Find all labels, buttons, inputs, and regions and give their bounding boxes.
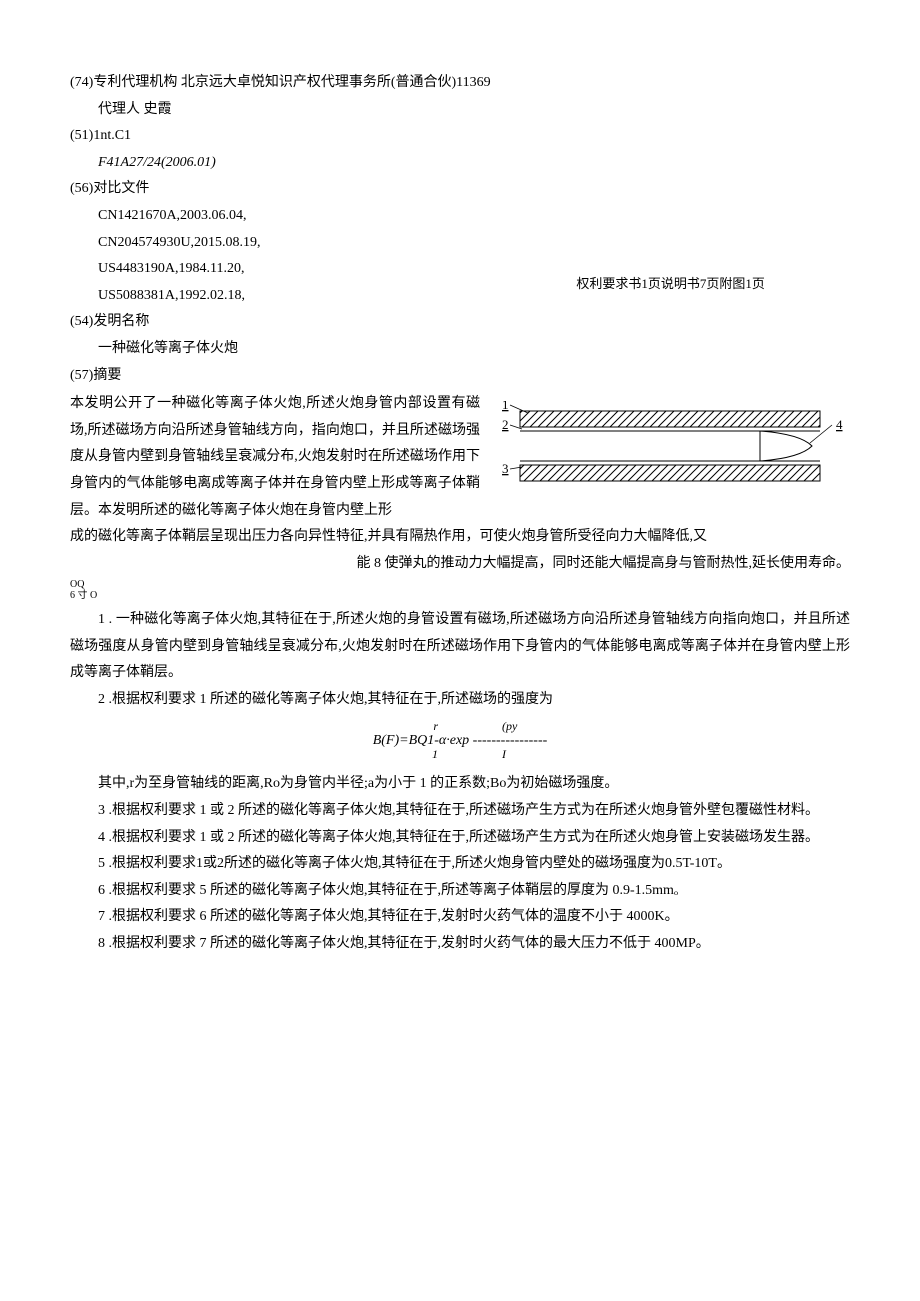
formula-mid: B(F)=BQ1-α·exp ---------------- [373, 733, 548, 748]
claim-1: 1 . 一种磁化等离子体火炮,其特征在于,所述火炮的身管设置有磁场,所述磁场方向… [70, 607, 850, 687]
claim-8: 8 .根据权利要求 7 所述的磁化等离子体火炮,其特征在于,发射时火药气体的最大… [70, 931, 850, 958]
fig-label-1: 1 [502, 401, 509, 412]
claim-4: 4 .根据权利要求 1 或 2 所述的磁化等离子体火炮,其特征在于,所述磁场产生… [70, 825, 850, 852]
side-note: OQ 6 寸 O [70, 579, 850, 601]
abstract-p3: 能 8 使弹丸的推动力大幅提高，同时还能大幅提高身与管耐热性,延长使用寿命。 [70, 551, 850, 578]
formula-top-left: r [358, 720, 438, 733]
claim-5: 5 .根据权利要求1或2所述的磁化等离子体火炮,其特征在于,所述火炮身管内壁处的… [70, 851, 850, 878]
abstract-block: 本发明公开了一种磁化等离子体火炮,所述火炮身管内部设置有磁场,所述磁场方向沿所述… [70, 391, 850, 524]
title-value: 一种磁化等离子体火炮 [70, 336, 850, 363]
cited-1: CN204574930U,2015.08.19, [70, 230, 476, 257]
agency-line: (74)专利代理机构 北京远大卓悦知识产权代理事务所(普通合伙)11369 [70, 70, 850, 97]
abstract-p2: 成的磁化等离子体鞘层呈现出压力各向异性特征,并具有隔热作用，可使火炮身管所受径向… [70, 524, 850, 551]
agent-label: 代理人 [98, 102, 140, 117]
formula-bot-right: I [502, 748, 562, 761]
claim-3: 3 .根据权利要求 1 或 2 所述的磁化等离子体火炮,其特征在于,所述磁场产生… [70, 798, 850, 825]
claim-6: 6 .根据权利要求 5 所述的磁化等离子体火炮,其特征在于,所述等离子体鞘层的厚… [70, 878, 850, 905]
biblio-block: (74)专利代理机构 北京远大卓悦知识产权代理事务所(普通合伙)11369 代理… [70, 70, 850, 389]
side-note-l2: 6 寸 O [70, 590, 850, 601]
fig-label-3: 3 [502, 461, 509, 476]
patent-figure: 1 2 3 4 [500, 391, 850, 524]
agent-line: 代理人 史霞 [70, 97, 850, 124]
intcl-label: (51)1nt.C1 [70, 123, 850, 150]
page-counts: 权利要求书1页说明书7页附图1页 [491, 272, 850, 297]
fig-label-2: 2 [502, 417, 509, 432]
side-note-l1: OQ [70, 579, 850, 590]
agency-value: 北京远大卓悦知识产权代理事务所(普通合伙)11369 [181, 75, 491, 90]
agency-label: (74)专利代理机构 [70, 75, 177, 90]
claims-block: 1 . 一种磁化等离子体火炮,其特征在于,所述火炮的身管设置有磁场,所述磁场方向… [70, 607, 850, 957]
cited-0: CN1421670A,2003.06.04, [70, 203, 476, 230]
fig-label-4: 4 [836, 417, 843, 432]
cited-label: (56)对比文件 [70, 176, 476, 203]
formula-top-right: (py [502, 720, 562, 733]
claim-2b: 其中,r为至身管轴线的距离,Ro为身管内半径;a为小于 1 的正系数;Bo为初始… [70, 771, 850, 798]
claim-7: 7 .根据权利要求 6 所述的磁化等离子体火炮,其特征在于,发射时火药气体的温度… [70, 904, 850, 931]
title-label: (54)发明名称 [70, 309, 850, 336]
abstract-p1: 本发明公开了一种磁化等离子体火炮,所述火炮身管内部设置有磁场,所述磁场方向沿所述… [70, 391, 480, 524]
formula: r (py B(F)=BQ1-α·exp ---------------- 1 … [70, 720, 850, 762]
agent-value: 史霞 [144, 102, 172, 117]
claim-2: 2 .根据权利要求 1 所述的磁化等离子体火炮,其特征在于,所述磁场的强度为 [70, 687, 850, 714]
figure-svg: 1 2 3 4 [500, 401, 850, 496]
cited-3: US5088381A,1992.02.18, [70, 283, 476, 310]
cited-2: US4483190A,1984.11.20, [70, 256, 476, 283]
intcl-value: F41A27/24(2006.01) [70, 150, 850, 177]
formula-bot-left: 1 [358, 748, 438, 761]
abstract-label: (57)摘要 [70, 363, 850, 390]
